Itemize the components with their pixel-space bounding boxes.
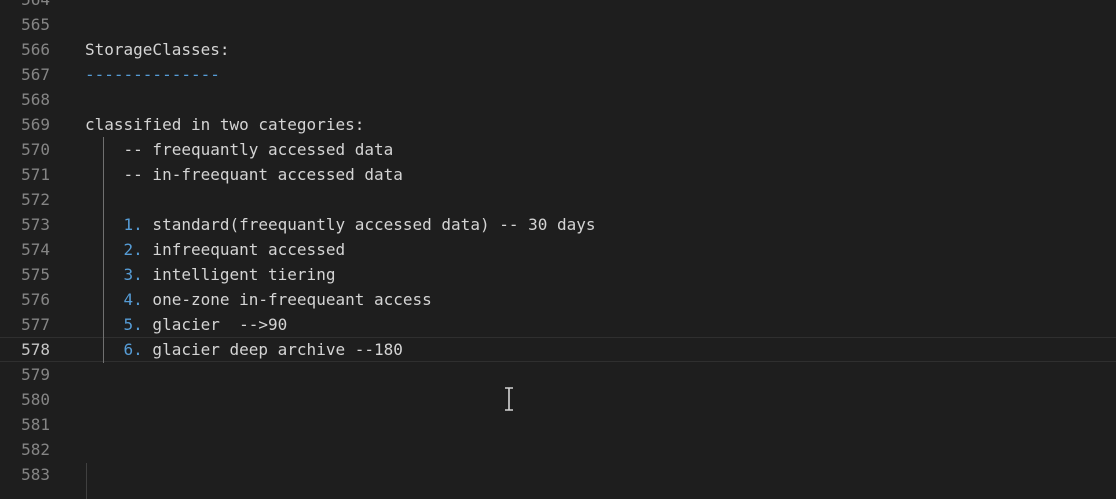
code-text: glacier -->90 (142, 315, 288, 334)
list-number: 3. (123, 265, 143, 284)
code-text: glacier deep archive --180 (142, 340, 403, 359)
code-line[interactable]: 565 (0, 12, 1116, 37)
line-content: -- in-freequant accessed data (85, 162, 403, 187)
line-number: 569 (21, 115, 50, 134)
list-number: 2. (123, 240, 143, 259)
line-number: 582 (21, 440, 50, 459)
line-content: -------------- (85, 62, 220, 87)
code-line[interactable]: 579 (0, 362, 1116, 387)
code-line[interactable]: 569 classified in two categories: (0, 112, 1116, 137)
text-cursor-icon (505, 387, 513, 411)
code-line[interactable]: 580 (0, 387, 1116, 412)
code-line[interactable]: 582 (0, 437, 1116, 462)
line-number: 575 (21, 265, 50, 284)
code-line[interactable]: 577 5. glacier -->90 (0, 312, 1116, 337)
line-number: 573 (21, 215, 50, 234)
code-line[interactable]: 581 (0, 412, 1116, 437)
code-line[interactable]: 570 -- freequantly accessed data (0, 137, 1116, 162)
line-number: 574 (21, 240, 50, 259)
code-text: classified in two categories: (85, 115, 365, 134)
code-line[interactable]: 576 4. one-zone in-freequeant access (0, 287, 1116, 312)
code-text: -- in-freequant accessed data (85, 165, 403, 184)
code-line[interactable]: 578 6. glacier deep archive --180 (0, 337, 1116, 362)
line-content: 6. glacier deep archive --180 (85, 337, 403, 362)
line-number: 571 (21, 165, 50, 184)
list-number: 5. (123, 315, 143, 334)
code-line[interactable]: 567 -------------- (0, 62, 1116, 87)
line-content: -- freequantly accessed data (85, 137, 394, 162)
line-number: 581 (21, 415, 50, 434)
line-content: 2. infreequant accessed (85, 237, 346, 262)
code-line[interactable]: 568 (0, 87, 1116, 112)
code-text: infreequant accessed (142, 240, 346, 259)
code-line[interactable]: 571 -- in-freequant accessed data (0, 162, 1116, 187)
code-line[interactable]: 573 1. standard(freequantly accessed dat… (0, 212, 1116, 237)
line-number: 583 (21, 465, 50, 484)
list-number: 6. (123, 340, 143, 359)
line-number: 566 (21, 40, 50, 59)
code-line[interactable]: 574 2. infreequant accessed (0, 237, 1116, 262)
indent-guide (86, 463, 87, 499)
code-editor[interactable]: 564 565 566 StorageClasses: 567 -------------… (0, 0, 1116, 499)
line-content: 5. glacier -->90 (85, 312, 288, 337)
code-text: -- freequantly accessed data (85, 140, 394, 159)
code-line[interactable]: 583 (0, 462, 1116, 487)
line-number: 577 (21, 315, 50, 334)
line-number: 568 (21, 90, 50, 109)
line-content: StorageClasses: (85, 37, 230, 62)
line-number: 576 (21, 290, 50, 309)
line-content: classified in two categories: (85, 112, 364, 137)
underline-dashes: -------------- (85, 65, 220, 84)
code-text: one-zone in-freequeant access (142, 290, 432, 309)
line-number: 579 (21, 365, 50, 384)
code-line[interactable]: 575 3. intelligent tiering (0, 262, 1116, 287)
list-number: 4. (123, 290, 143, 309)
code-line[interactable]: 566 StorageClasses: (0, 37, 1116, 62)
indent-guide-active (103, 137, 104, 363)
line-content: 1. standard(freequantly accessed data) -… (85, 212, 596, 237)
line-content: 3. intelligent tiering (85, 262, 336, 287)
line-number: 567 (21, 65, 50, 84)
line-content: 4. one-zone in-freequeant access (85, 287, 432, 312)
line-number: 565 (21, 15, 50, 34)
code-line[interactable]: 572 (0, 187, 1116, 212)
line-number: 570 (21, 140, 50, 159)
line-number: 578 (21, 340, 50, 359)
code-text: standard(freequantly accessed data) -- 3… (142, 215, 596, 234)
list-number: 1. (123, 215, 143, 234)
line-number: 580 (21, 390, 50, 409)
line-number: 564 (0, 0, 50, 12)
line-number: 572 (21, 190, 50, 209)
code-line[interactable]: 564 (0, 0, 1116, 12)
code-text: StorageClasses: (85, 40, 230, 59)
code-text: intelligent tiering (142, 265, 336, 284)
